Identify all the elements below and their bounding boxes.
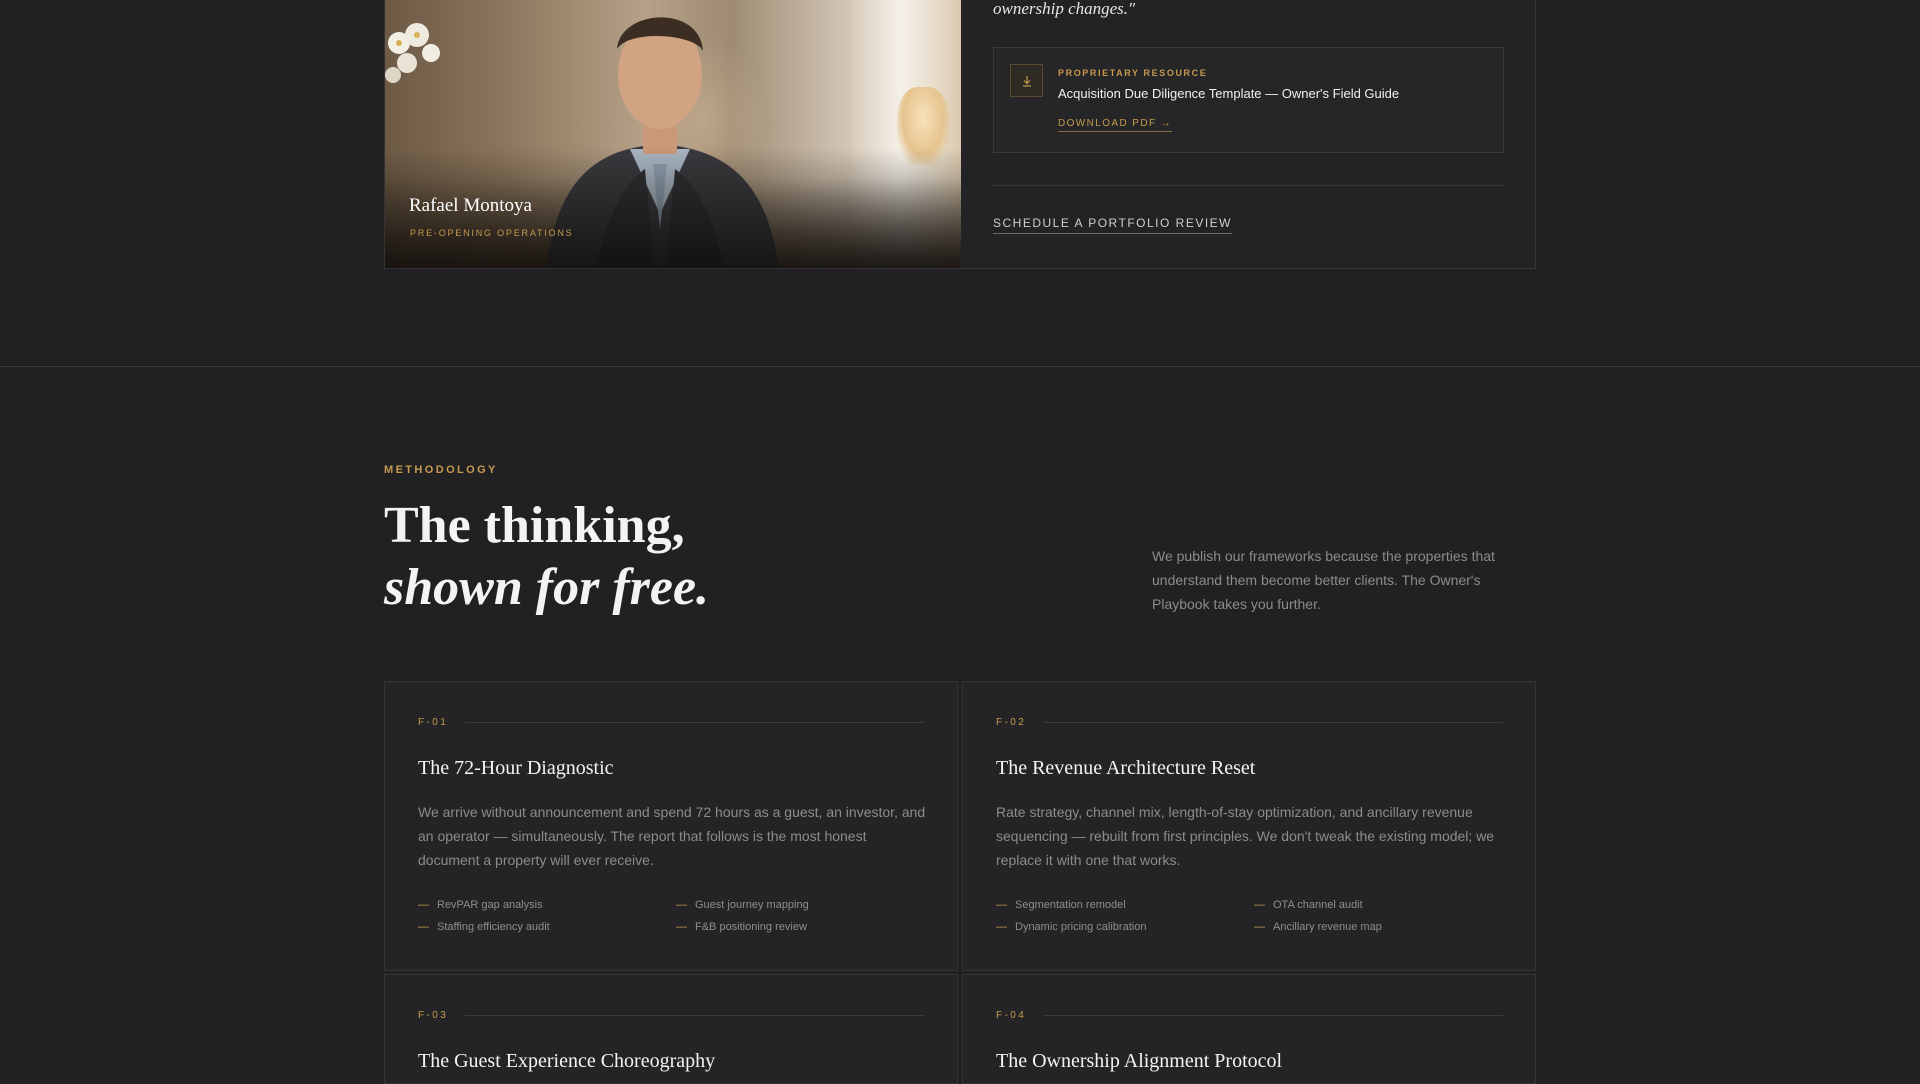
dash-icon: — xyxy=(418,921,429,933)
divider xyxy=(465,1015,925,1016)
dash-icon: — xyxy=(676,899,687,911)
feature-list: — Segmentation remodel — OTA channel audit… xyxy=(996,899,1508,933)
framework-title: The 72-Hour Diagnostic xyxy=(418,757,614,779)
feature-item: — Segmentation remodel xyxy=(996,899,1126,911)
resource-tag: PROPRIETARY RESOURCE xyxy=(1058,68,1208,78)
orchid-flowers xyxy=(385,23,440,83)
framework-card-f01[interactable]: F-01 The 72-Hour Diagnostic We arrive wi… xyxy=(384,681,958,971)
framework-title: The Ownership Alignment Protocol xyxy=(996,1050,1283,1072)
methodology-section: METHODOLOGY The thinking, shown for free… xyxy=(0,366,1920,1084)
dash-icon: — xyxy=(996,899,1007,911)
framework-card-f02[interactable]: F-02 The Revenue Architecture Reset Rate… xyxy=(962,681,1536,971)
dash-icon: — xyxy=(1254,921,1265,933)
profile-details: ownership changes." PROPRIETARY RESOURCE… xyxy=(961,0,1535,268)
framework-title: The Guest Experience Choreography xyxy=(418,1050,716,1072)
person-name: Rafael Montoya xyxy=(409,195,532,216)
framework-code: F-04 xyxy=(996,1010,1027,1021)
framework-card-f03[interactable]: F-03 The Guest Experience Choreography xyxy=(384,974,958,1084)
divider xyxy=(1043,1015,1503,1016)
framework-code: F-02 xyxy=(996,717,1027,728)
feature-item: — F&B positioning review xyxy=(676,921,807,933)
resource-title: Acquisition Due Diligence Template — Own… xyxy=(1058,86,1400,101)
divider xyxy=(465,722,925,723)
divider xyxy=(993,185,1504,186)
feature-item: — Dynamic pricing calibration xyxy=(996,921,1147,933)
profile-section: Rafael Montoya PRE-OPENING OPERATIONS ow… xyxy=(0,0,1920,366)
dash-icon: — xyxy=(676,921,687,933)
feature-item: — OTA channel audit xyxy=(1254,899,1363,911)
feature-item: — Guest journey mapping xyxy=(676,899,809,911)
dash-icon: — xyxy=(996,921,1007,933)
headline-line-1: The thinking, xyxy=(384,497,685,554)
framework-description: We arrive without announcement and spend… xyxy=(418,804,926,868)
download-icon[interactable] xyxy=(1010,64,1043,97)
profile-photo: Rafael Montoya PRE-OPENING OPERATIONS xyxy=(385,0,961,268)
framework-card-f04[interactable]: F-04 The Ownership Alignment Protocol xyxy=(962,974,1536,1084)
feature-item: — Ancillary revenue map xyxy=(1254,921,1382,933)
dash-icon: — xyxy=(418,899,429,911)
section-eyebrow: METHODOLOGY xyxy=(384,464,498,476)
framework-code: F-03 xyxy=(418,1010,449,1021)
schedule-review-link[interactable]: SCHEDULE A PORTFOLIO REVIEW xyxy=(993,216,1232,234)
profile-card: Rafael Montoya PRE-OPENING OPERATIONS ow… xyxy=(384,0,1536,269)
download-pdf-link[interactable]: DOWNLOAD PDF → xyxy=(1058,118,1173,132)
divider xyxy=(1043,722,1503,723)
feature-item: — Staffing efficiency audit xyxy=(418,921,550,933)
framework-description: Rate strategy, channel mix, length-of-st… xyxy=(996,804,1495,868)
feature-list: — RevPAR gap analysis — Guest journey mapp… xyxy=(418,899,930,933)
headline-line-2: shown for free. xyxy=(384,559,710,616)
framework-code: F-01 xyxy=(418,717,449,728)
feature-item: — RevPAR gap analysis xyxy=(418,899,543,911)
section-lead: We publish our frameworks because the pr… xyxy=(1152,548,1495,612)
section-headline: The thinking, shown for free. xyxy=(384,495,709,619)
framework-title: The Revenue Architecture Reset xyxy=(996,757,1256,779)
person-role: PRE-OPENING OPERATIONS xyxy=(410,228,574,238)
resource-card: PROPRIETARY RESOURCE Acquisition Due Dil… xyxy=(993,47,1504,153)
dash-icon: — xyxy=(1254,899,1265,911)
testimonial-quote: ownership changes." xyxy=(993,0,1136,18)
